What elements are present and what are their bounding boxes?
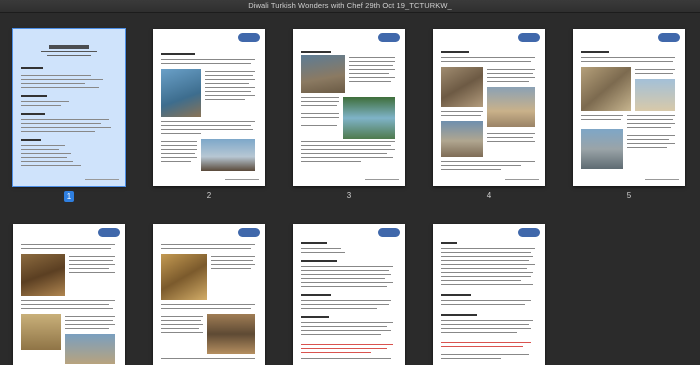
page-number-5[interactable]: 5 — [619, 191, 639, 200]
window-titlebar: Diwali Turkish Wonders with Chef 29th Oc… — [0, 0, 700, 13]
page-thumbnail-7[interactable] — [153, 224, 265, 365]
page-thumbnail-5[interactable] — [573, 29, 685, 186]
page-number-1[interactable]: 1 — [64, 191, 74, 202]
page-thumbnail-4[interactable] — [433, 29, 545, 186]
page-thumbnail-2[interactable] — [153, 29, 265, 186]
window-title: Diwali Turkish Wonders with Chef 29th Oc… — [248, 1, 452, 10]
page-thumbnail-6[interactable] — [13, 224, 125, 365]
page-number-2[interactable]: 2 — [199, 191, 219, 200]
page-thumbnail-3[interactable] — [293, 29, 405, 186]
page-thumbnail-1[interactable] — [12, 28, 126, 187]
page-thumbnail-9[interactable] — [433, 224, 545, 365]
page-number-3[interactable]: 3 — [339, 191, 359, 200]
page-number-4[interactable]: 4 — [479, 191, 499, 200]
page-thumbnail-8[interactable] — [293, 224, 405, 365]
